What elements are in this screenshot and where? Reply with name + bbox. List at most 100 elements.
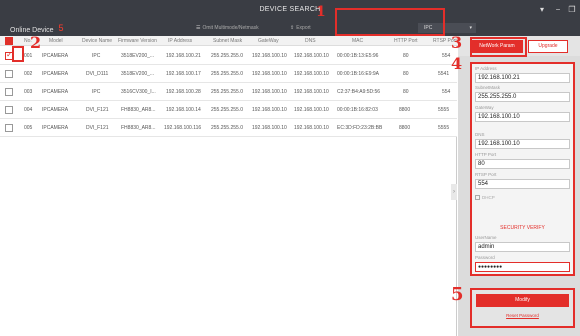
cell-ip: 192.168.100.14	[166, 107, 201, 113]
rtsp-port-label: RTSP Port	[475, 172, 497, 177]
select-all-checkbox[interactable]	[5, 37, 13, 45]
network-form: IP Address 192.168.100.21 SubnetMask 255…	[470, 62, 575, 276]
tab-upgrade[interactable]: Upgrade	[528, 40, 568, 53]
step-marker-5: 5	[451, 284, 464, 305]
collapse-panel-icon[interactable]: ›	[451, 184, 457, 200]
table-row[interactable]: 003 IPCAMERA IPC 3516CV300_I... 192.168.…	[0, 83, 457, 101]
dns-field[interactable]: 192.168.100.10	[475, 139, 570, 149]
cell-rtsp: 5541	[438, 71, 450, 77]
cell-http: 8800	[399, 125, 411, 131]
row-checkbox[interactable]	[5, 88, 13, 96]
cell-ip: 192.168.100.17	[166, 71, 201, 77]
chevron-down-icon: ▾	[469, 25, 472, 31]
online-device-count: 5	[58, 23, 64, 33]
dns-label: DNS	[475, 132, 485, 137]
checkbox-highlight-box	[12, 46, 24, 62]
rtsp-port-field[interactable]: 554	[475, 179, 570, 189]
restore-button[interactable]: ❐	[566, 4, 578, 16]
step-marker-1: 1	[316, 4, 326, 20]
cell-no: 005	[24, 125, 33, 131]
username-field[interactable]: admin	[475, 242, 570, 252]
cell-device-name: IPC	[92, 53, 101, 59]
row-checkbox[interactable]	[5, 106, 13, 114]
reset-password-link[interactable]: Reset Password	[472, 313, 573, 318]
modify-section: Modify Reset Password	[470, 288, 575, 328]
omit-multimode-label: Omit Multimode/Netmask	[202, 25, 259, 31]
cell-rtsp: 5555	[438, 125, 450, 131]
col-gateway: GateWay	[258, 38, 279, 44]
step-marker-4: 4	[451, 54, 463, 73]
cell-no: 002	[24, 71, 33, 77]
filter-highlight-box	[335, 8, 445, 36]
password-label: Password	[475, 255, 495, 260]
cell-device-name: IPC	[92, 89, 101, 95]
cell-gateway: 192.168.100.10	[252, 71, 287, 77]
subnet-mask-field[interactable]: 255.255.255.0	[475, 92, 570, 102]
toolbar: Online Device 5 ☰ Omit Multimode/Netmask …	[0, 20, 580, 36]
export-icon: ⇪	[290, 25, 295, 31]
cell-no: 004	[24, 107, 33, 113]
minimize-button[interactable]: −	[552, 4, 564, 16]
modify-button[interactable]: Modify	[476, 294, 569, 307]
export-button[interactable]: ⇪ Export	[290, 25, 311, 31]
cell-dns: 192.168.100.10	[294, 125, 329, 131]
cell-gateway: 192.168.100.10	[252, 89, 287, 95]
table-row[interactable]: 005 IPCAMERA DVI_F121 FH8830_AR8... 192.…	[0, 119, 457, 137]
cell-ip: 192.168.100.28	[166, 89, 201, 95]
col-device-name: Device Name	[82, 38, 113, 44]
window-title: DEVICE SEARCH	[259, 6, 321, 13]
cell-mac: 00:00:1B:16:E9:9A	[337, 71, 379, 77]
dhcp-checkbox[interactable]: DHCP	[475, 195, 495, 201]
cell-rtsp: 5555	[438, 107, 450, 113]
ip-address-field[interactable]: 192.168.100.21	[475, 73, 570, 83]
http-port-field[interactable]: 80	[475, 159, 570, 169]
cell-no: 001	[24, 53, 33, 59]
cell-gateway: 192.168.100.10	[252, 125, 287, 131]
row-checkbox[interactable]	[5, 124, 13, 132]
cell-mac: C2:37:B4:A9:5D:56	[337, 89, 381, 95]
col-model: Model	[49, 38, 63, 44]
row-checkbox[interactable]	[5, 70, 13, 78]
cell-http: 80	[403, 71, 409, 77]
cell-mac: EC:3D:FD:23:2B:BB	[337, 125, 383, 131]
cell-firmware: 3518EV200_...	[121, 53, 155, 59]
subnet-mask-label: SubnetMask	[475, 85, 501, 90]
col-dns: DNS	[305, 38, 316, 44]
cell-mask: 255.255.255.0	[211, 71, 243, 77]
ip-address-label: IP Address	[475, 66, 497, 71]
cell-model: IPCAMERA	[42, 125, 69, 131]
dhcp-label: DHCP	[482, 195, 495, 200]
cell-dns: 192.168.100.10	[294, 89, 329, 95]
col-http: HTTP Port	[394, 38, 418, 44]
cell-http: 80	[403, 53, 409, 59]
table-header: No. Model Device Name Firmware Version I…	[0, 36, 457, 46]
gateway-field[interactable]: 192.168.100.10	[475, 112, 570, 122]
dropdown-marker-icon[interactable]: ▾	[536, 4, 548, 16]
cell-mac: 00:00:1B:13:E5:96	[337, 53, 379, 59]
step-marker-3: 3	[451, 33, 463, 52]
cell-firmware: 3518EV200_...	[121, 71, 155, 77]
cell-device-name: DVI_D111	[86, 71, 109, 77]
dhcp-checkbox-box[interactable]	[475, 195, 480, 201]
password-field[interactable]: ●●●●●●●●	[475, 262, 570, 272]
omit-multimode-toggle[interactable]: ☰ Omit Multimode/Netmask	[196, 25, 259, 31]
cell-mask: 255.255.255.0	[211, 89, 243, 95]
cell-rtsp: 554	[442, 53, 451, 59]
network-panel: NetWork Param Upgrade IP Address 192.168…	[458, 36, 580, 336]
col-firmware: Firmware Version	[118, 38, 157, 44]
cell-no: 003	[24, 89, 33, 95]
cell-http: 8800	[399, 107, 411, 113]
device-table: No. Model Device Name Firmware Version I…	[0, 36, 457, 336]
table-row[interactable]: 001 IPCAMERA IPC 3518EV200_... 192.168.1…	[0, 47, 457, 65]
http-port-label: HTTP Port	[475, 152, 497, 157]
col-mac: MAC	[352, 38, 364, 44]
cell-gateway: 192.168.100.10	[252, 107, 287, 113]
cell-ip: 192.168.100.116	[164, 125, 202, 131]
tab-highlight-box	[470, 37, 527, 57]
filter-icon: ☰	[196, 25, 201, 31]
table-row[interactable]: 002 IPCAMERA DVI_D111 3518EV200_... 192.…	[0, 65, 457, 83]
table-row[interactable]: 004 IPCAMERA DVI_F121 FH8830_AR8... 192.…	[0, 101, 457, 119]
col-mask: Subnet Mask	[213, 38, 243, 44]
cell-firmware: FH8830_AR8...	[121, 125, 156, 131]
username-label: UserName	[475, 235, 497, 240]
